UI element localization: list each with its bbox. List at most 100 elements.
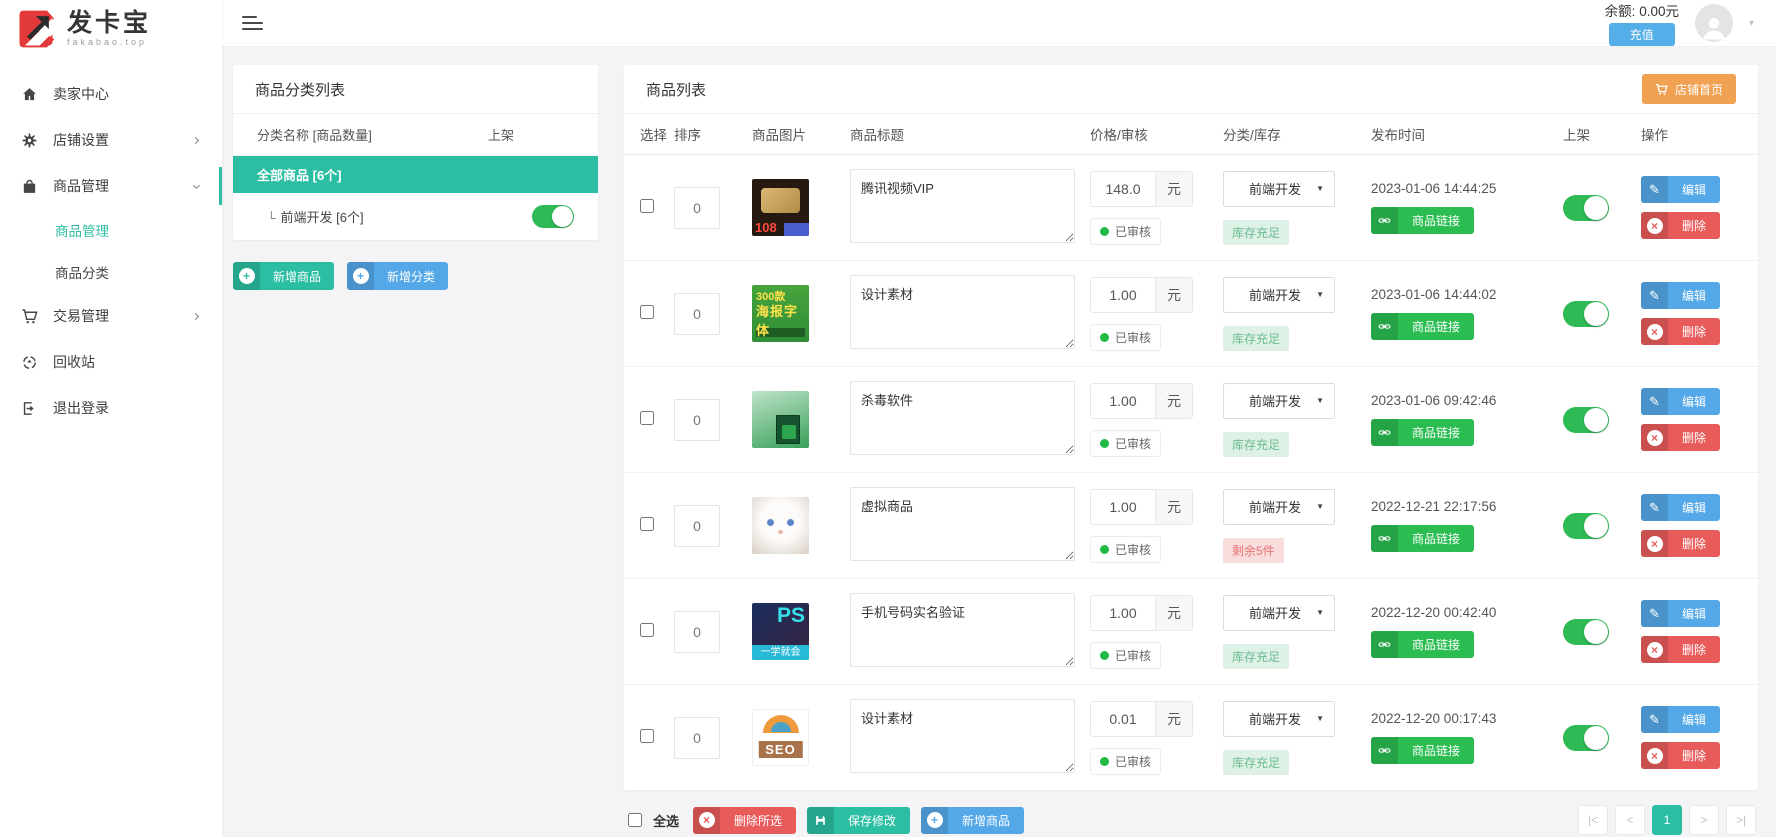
price-input[interactable] bbox=[1091, 384, 1155, 418]
sort-input[interactable] bbox=[674, 717, 720, 759]
category-select[interactable]: 前端开发 ▼ bbox=[1223, 383, 1335, 419]
row-checkbox[interactable] bbox=[640, 305, 654, 319]
category-panel-title: 商品分类列表 bbox=[233, 65, 598, 114]
chevron-down-icon bbox=[191, 181, 202, 192]
onsale-toggle[interactable] bbox=[1563, 301, 1609, 327]
delete-button[interactable]: × 删除 bbox=[1641, 212, 1720, 239]
category-select[interactable]: 前端开发 ▼ bbox=[1223, 277, 1335, 313]
shop-home-button[interactable]: 店铺首页 bbox=[1642, 74, 1736, 104]
select-all-checkbox[interactable] bbox=[628, 813, 642, 827]
row-checkbox[interactable] bbox=[640, 411, 654, 425]
delete-button[interactable]: × 删除 bbox=[1641, 636, 1720, 663]
add-category-button[interactable]: + 新增分类 bbox=[347, 262, 448, 290]
pencil-icon: ✎ bbox=[1641, 388, 1668, 415]
topbar: 余额: 0.00元 充值 ▾ bbox=[222, 0, 1776, 47]
onsale-toggle[interactable] bbox=[1563, 407, 1609, 433]
page-number-button[interactable]: 1 bbox=[1652, 805, 1682, 835]
sort-input[interactable] bbox=[674, 611, 720, 653]
sort-input[interactable] bbox=[674, 505, 720, 547]
product-link-button[interactable]: 商品链接 bbox=[1371, 631, 1474, 658]
price-input[interactable] bbox=[1091, 490, 1155, 524]
product-link-button[interactable]: 商品链接 bbox=[1371, 737, 1474, 764]
onsale-toggle[interactable] bbox=[1563, 513, 1609, 539]
product-title-input[interactable]: 腾讯视频VIP bbox=[850, 169, 1075, 243]
delete-button[interactable]: × 删除 bbox=[1641, 530, 1720, 557]
edit-button[interactable]: ✎ 编辑 bbox=[1641, 706, 1720, 733]
price-unit: 元 bbox=[1155, 278, 1192, 312]
category-row-frontend[interactable]: └前端开发 [6个] bbox=[233, 193, 598, 240]
onsale-toggle[interactable] bbox=[1563, 195, 1609, 221]
edit-button[interactable]: ✎ 编辑 bbox=[1641, 176, 1720, 203]
price-unit: 元 bbox=[1155, 172, 1192, 206]
delete-button[interactable]: × 删除 bbox=[1641, 424, 1720, 451]
edit-button[interactable]: ✎ 编辑 bbox=[1641, 600, 1720, 627]
price-input-group: 元 bbox=[1090, 171, 1193, 207]
product-image bbox=[752, 497, 809, 554]
category-select[interactable]: 前端开发 ▼ bbox=[1223, 595, 1335, 631]
link-icon bbox=[1371, 313, 1398, 340]
onsale-toggle[interactable] bbox=[1563, 619, 1609, 645]
row-checkbox[interactable] bbox=[640, 623, 654, 637]
category-row-all[interactable]: 全部商品 [6个] bbox=[233, 156, 598, 193]
category-onsale-toggle[interactable] bbox=[532, 205, 574, 228]
price-input[interactable] bbox=[1091, 596, 1155, 630]
page-last-button[interactable]: >| bbox=[1726, 805, 1756, 835]
product-link-button[interactable]: 商品链接 bbox=[1371, 525, 1474, 552]
delete-button[interactable]: × 删除 bbox=[1641, 318, 1720, 345]
product-link-button[interactable]: 商品链接 bbox=[1371, 419, 1474, 446]
sidebar-item-recycle-bin[interactable]: 回收站 bbox=[0, 339, 222, 385]
page-first-button[interactable]: |< bbox=[1578, 805, 1608, 835]
product-title-input[interactable]: 手机号码实名验证 bbox=[850, 593, 1075, 667]
approved-badge: 已审核 bbox=[1090, 218, 1161, 245]
avatar[interactable] bbox=[1695, 4, 1733, 42]
product-title-input[interactable]: 设计素材 bbox=[850, 699, 1075, 773]
price-input-group: 元 bbox=[1090, 383, 1193, 419]
page-prev-button[interactable]: < bbox=[1615, 805, 1645, 835]
price-input[interactable] bbox=[1091, 278, 1155, 312]
product-title-input[interactable]: 虚拟商品 bbox=[850, 487, 1075, 561]
price-input[interactable] bbox=[1091, 172, 1155, 206]
sidebar-item-product-mgmt[interactable]: 商品管理 bbox=[0, 163, 222, 209]
edit-button[interactable]: ✎ 编辑 bbox=[1641, 388, 1720, 415]
sidebar-item-label: 回收站 bbox=[53, 352, 95, 372]
price-input[interactable] bbox=[1091, 702, 1155, 736]
approved-badge: 已审核 bbox=[1090, 430, 1161, 457]
sidebar-item-trade-mgmt[interactable]: 交易管理 bbox=[0, 293, 222, 339]
category-panel: 商品分类列表 分类名称 [商品数量] 上架 全部商品 [6个] └前端开发 [6… bbox=[233, 65, 598, 240]
user-menu-caret-icon[interactable]: ▾ bbox=[1749, 18, 1754, 29]
product-title-input[interactable]: 杀毒软件 bbox=[850, 381, 1075, 455]
row-checkbox[interactable] bbox=[640, 729, 654, 743]
row-checkbox[interactable] bbox=[640, 199, 654, 213]
delete-selected-button[interactable]: × 删除所选 bbox=[693, 807, 796, 834]
sidebar-subitem-product-category[interactable]: 商品分类 bbox=[0, 251, 222, 293]
sidebar-item-seller-center[interactable]: 卖家中心 bbox=[0, 71, 222, 117]
sidebar-item-logout[interactable]: 退出登录 bbox=[0, 385, 222, 431]
product-image: 300款 海报字体 bbox=[752, 285, 809, 342]
recharge-button[interactable]: 充值 bbox=[1609, 23, 1675, 46]
add-product-button[interactable]: + 新增商品 bbox=[233, 262, 334, 290]
save-changes-button[interactable]: 保存修改 bbox=[807, 807, 910, 834]
page-next-button[interactable]: > bbox=[1689, 805, 1719, 835]
sidebar-item-label: 卖家中心 bbox=[53, 84, 109, 104]
sort-input[interactable] bbox=[674, 187, 720, 229]
row-checkbox[interactable] bbox=[640, 517, 654, 531]
product-link-button[interactable]: 商品链接 bbox=[1371, 207, 1474, 234]
edit-button[interactable]: ✎ 编辑 bbox=[1641, 282, 1720, 309]
sidebar-item-shop-settings[interactable]: 店铺设置 bbox=[0, 117, 222, 163]
product-title-input[interactable]: 设计素材 bbox=[850, 275, 1075, 349]
edit-button[interactable]: ✎ 编辑 bbox=[1641, 494, 1720, 521]
add-product-bottom-button[interactable]: + 新增商品 bbox=[921, 807, 1024, 834]
category-select[interactable]: 前端开发 ▼ bbox=[1223, 701, 1335, 737]
sort-input[interactable] bbox=[674, 293, 720, 335]
pencil-icon: ✎ bbox=[1641, 282, 1668, 309]
menu-toggle-icon[interactable] bbox=[242, 16, 264, 30]
chevron-right-icon bbox=[191, 311, 202, 322]
category-select[interactable]: 前端开发 ▼ bbox=[1223, 489, 1335, 525]
product-link-button[interactable]: 商品链接 bbox=[1371, 313, 1474, 340]
onsale-toggle[interactable] bbox=[1563, 725, 1609, 751]
select-caret-icon: ▼ bbox=[1316, 714, 1324, 723]
sort-input[interactable] bbox=[674, 399, 720, 441]
delete-button[interactable]: × 删除 bbox=[1641, 742, 1720, 769]
sidebar-subitem-product-mgmt[interactable]: 商品管理 bbox=[0, 209, 222, 251]
category-select[interactable]: 前端开发 ▼ bbox=[1223, 171, 1335, 207]
